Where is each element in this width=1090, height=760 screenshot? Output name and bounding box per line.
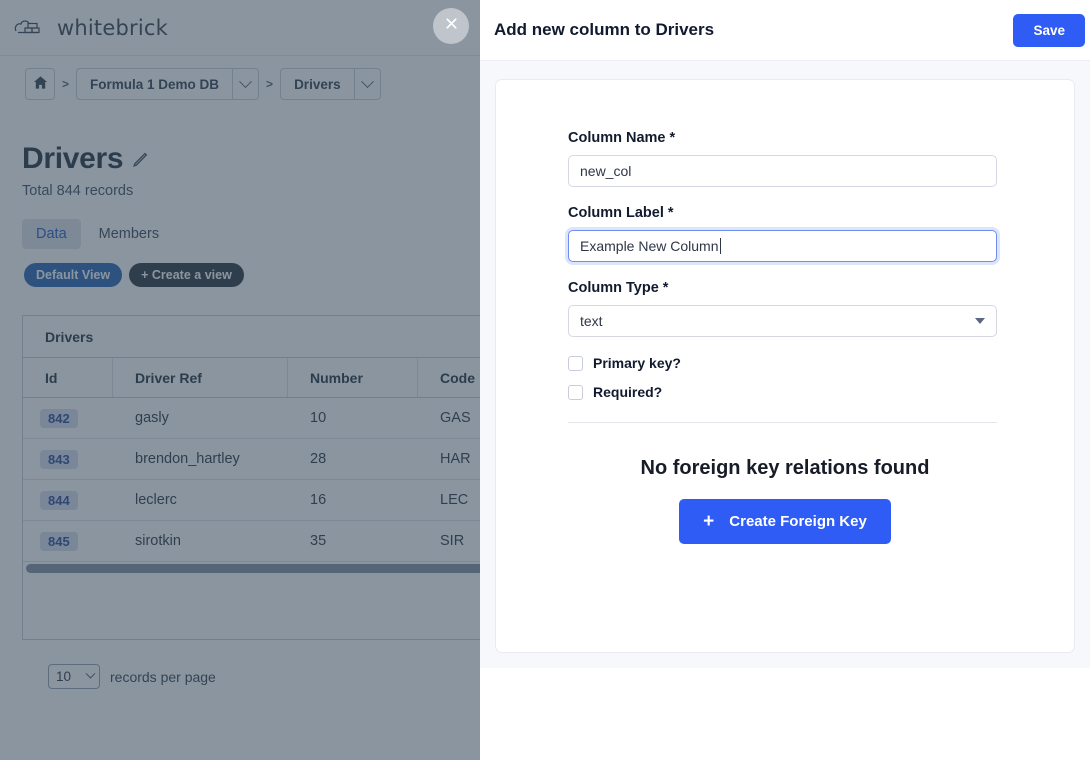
- chevron-down-icon: [975, 318, 985, 324]
- foreign-key-empty-message: No foreign key relations found: [640, 457, 930, 479]
- column-name-field-group: Column Name * new_col: [568, 130, 1002, 187]
- primary-key-label: Primary key?: [593, 355, 681, 371]
- foreign-key-button-row: + Create Foreign Key: [568, 499, 1002, 544]
- column-name-value: new_col: [580, 163, 632, 179]
- column-type-value: text: [580, 313, 603, 329]
- column-label-label: Column Label *: [568, 205, 674, 221]
- primary-key-checkbox-row[interactable]: Primary key?: [568, 355, 1002, 371]
- close-panel-button[interactable]: [433, 8, 469, 44]
- column-type-select[interactable]: text: [568, 305, 997, 337]
- panel-header: Add new column to Drivers Save: [480, 0, 1090, 61]
- required-label: Required?: [593, 384, 663, 400]
- column-label-field-group: Column Label * Example New Column: [568, 205, 1002, 262]
- column-name-label: Column Name *: [568, 130, 676, 146]
- column-label-input[interactable]: Example New Column: [568, 230, 997, 262]
- form-divider: [568, 422, 997, 423]
- close-icon: [444, 16, 459, 36]
- panel-title: Add new column to Drivers: [494, 20, 715, 39]
- plus-icon: +: [703, 511, 715, 532]
- text-cursor: [719, 238, 721, 254]
- primary-key-checkbox[interactable]: [568, 355, 583, 371]
- column-name-input[interactable]: new_col: [568, 155, 997, 187]
- required-checkbox[interactable]: [568, 384, 583, 400]
- add-column-form: Column Name * new_col Column Label * Exa…: [495, 79, 1075, 653]
- save-button[interactable]: Save: [1013, 13, 1085, 47]
- create-foreign-key-button[interactable]: + Create Foreign Key: [679, 499, 891, 544]
- required-checkbox-row[interactable]: Required?: [568, 384, 1002, 400]
- column-type-field-group: Column Type * text: [568, 280, 1002, 337]
- create-foreign-key-label: Create Foreign Key: [729, 513, 867, 530]
- add-column-panel: Add new column to Drivers Save Column Na…: [480, 0, 1090, 760]
- panel-body: Column Name * new_col Column Label * Exa…: [480, 61, 1090, 668]
- column-type-label: Column Type *: [568, 280, 669, 296]
- column-label-value: Example New Column: [580, 238, 719, 254]
